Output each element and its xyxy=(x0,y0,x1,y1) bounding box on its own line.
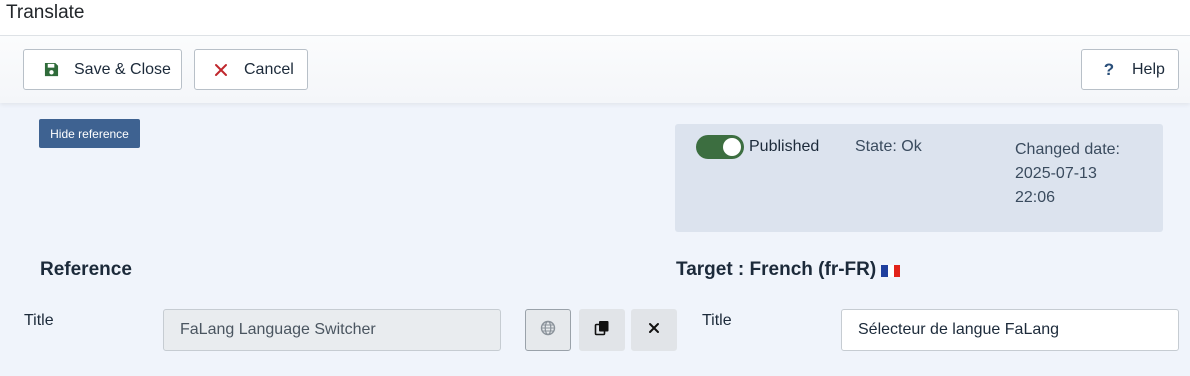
close-icon xyxy=(212,61,230,79)
copy-icon xyxy=(594,320,610,341)
question-icon: ? xyxy=(1103,59,1115,79)
reference-heading: Reference xyxy=(40,259,132,280)
page-title: Translate xyxy=(6,2,85,23)
clear-button[interactable] xyxy=(631,309,677,351)
cancel-label: Cancel xyxy=(244,60,294,78)
changed-date-value: 2025-07-13 xyxy=(1015,165,1097,182)
close-icon xyxy=(648,321,660,339)
reference-title-label: Title xyxy=(24,312,54,329)
changed-time-value: 22:06 xyxy=(1015,189,1056,206)
save-close-label: Save & Close xyxy=(74,60,171,78)
target-title-label: Title xyxy=(702,312,732,329)
french-flag-icon xyxy=(881,265,901,277)
toolbar: Save & Close Cancel ? Help xyxy=(0,36,1190,103)
target-heading: Target : French (fr-FR) xyxy=(676,259,901,281)
reference-title-field: FaLang Language Switcher xyxy=(163,309,501,351)
help-label: Help xyxy=(1132,60,1165,78)
state-text: State: Ok xyxy=(855,138,922,155)
target-heading-text: Target : French (fr-FR) xyxy=(676,259,877,280)
status-panel: Published State: Ok Changed date: 2025-0… xyxy=(675,124,1163,232)
target-title-input[interactable]: Sélecteur de langue FaLang xyxy=(841,309,1179,351)
save-close-button[interactable]: Save & Close xyxy=(23,49,182,90)
changed-date-block: Changed date: 2025-07-13 22:06 xyxy=(1015,138,1120,210)
floppy-disk-icon xyxy=(42,61,60,79)
hide-reference-button[interactable]: Hide reference xyxy=(39,119,140,148)
published-toggle[interactable] xyxy=(696,135,744,159)
copy-button[interactable] xyxy=(579,309,625,351)
help-button[interactable]: ? Help xyxy=(1081,49,1179,90)
cancel-button[interactable]: Cancel xyxy=(194,49,308,90)
toggle-knob xyxy=(723,138,741,156)
translate-button[interactable] xyxy=(525,309,571,351)
title-bar: Translate xyxy=(0,0,1190,36)
changed-date-label: Changed date: xyxy=(1015,141,1120,158)
globe-icon xyxy=(540,320,556,341)
published-label: Published xyxy=(749,138,820,155)
